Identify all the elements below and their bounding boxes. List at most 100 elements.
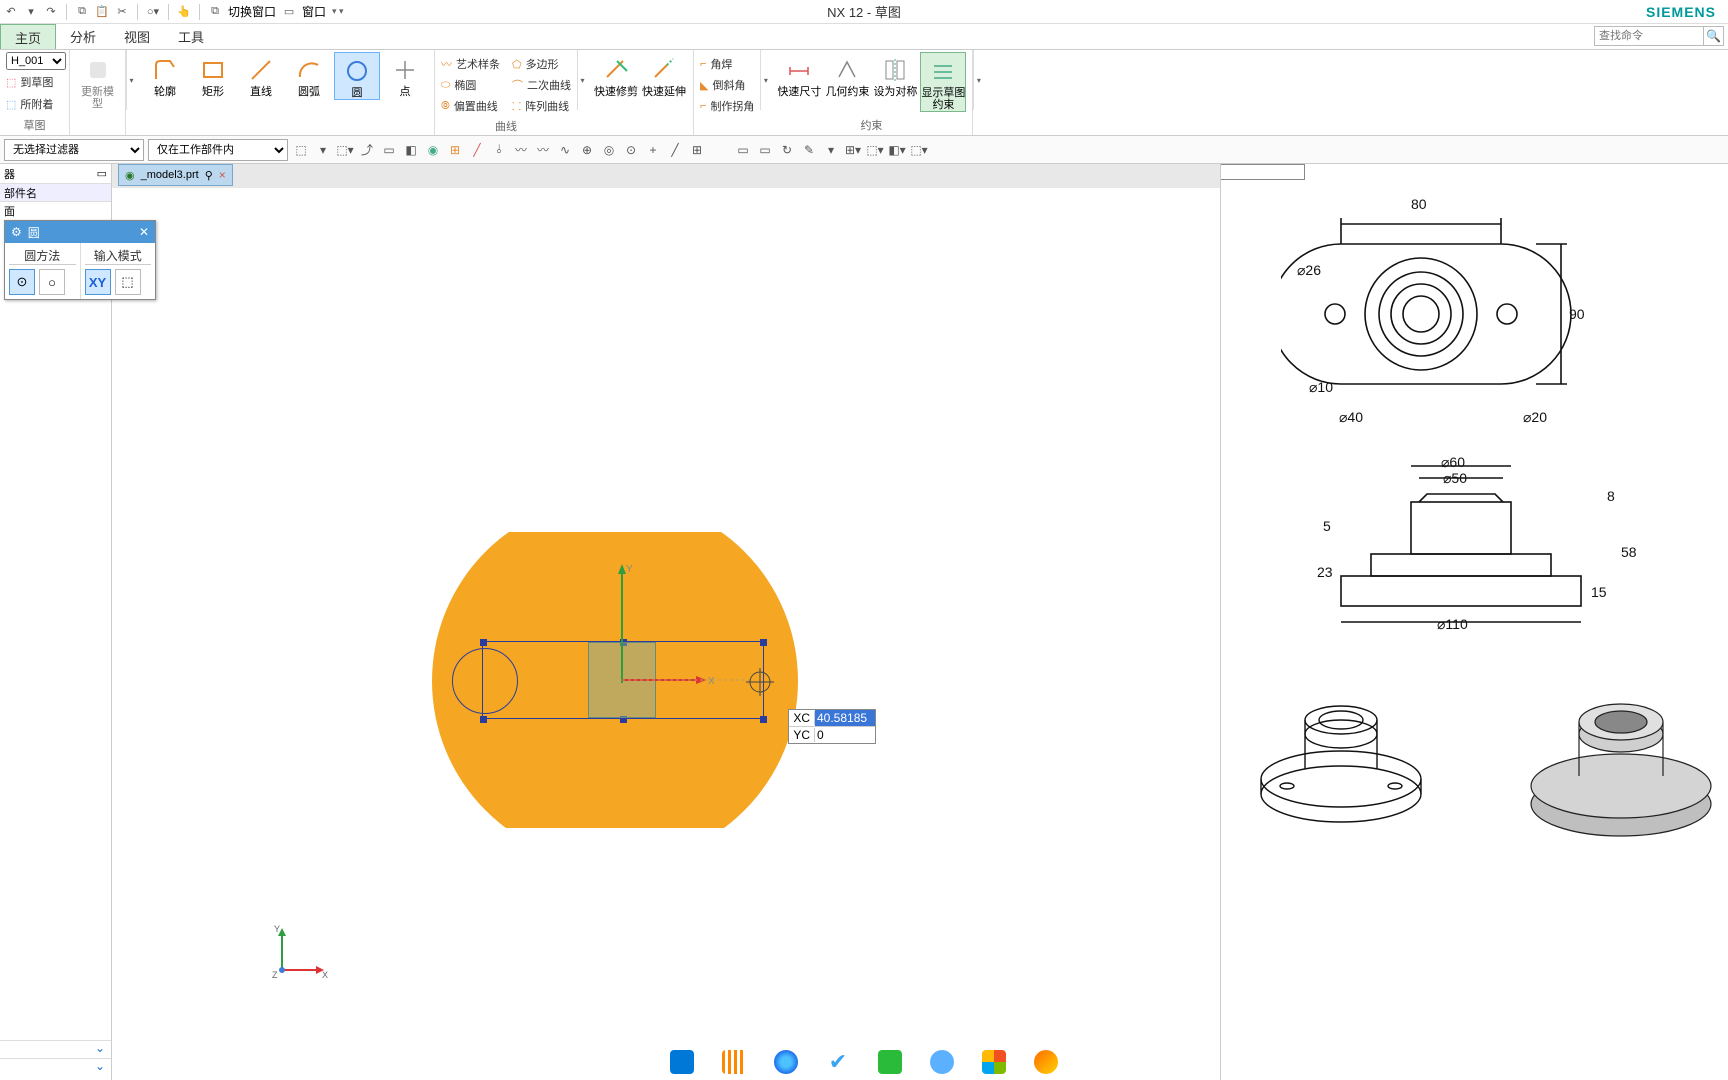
- f-icon-16[interactable]: ⊙: [622, 141, 640, 159]
- task-explorer-icon[interactable]: [722, 1050, 746, 1074]
- group-drop-1[interactable]: ▾: [126, 50, 136, 110]
- input-mode-xy[interactable]: XY: [85, 269, 111, 295]
- profile-button[interactable]: 轮廓: [142, 52, 188, 98]
- f-icon-18[interactable]: ╱: [666, 141, 684, 159]
- f-icon-24[interactable]: ▾: [822, 141, 840, 159]
- rectangle-button[interactable]: 矩形: [190, 52, 236, 98]
- touch-icon[interactable]: 👆: [177, 5, 191, 19]
- attach-sketch[interactable]: ⬚到草图: [6, 72, 53, 92]
- switch-window-icon[interactable]: ⧉: [208, 5, 222, 19]
- f-icon-14[interactable]: ⊕: [578, 141, 596, 159]
- f-icon-13[interactable]: ∿: [556, 141, 574, 159]
- doc-tab-pin-icon[interactable]: ⚲: [205, 169, 213, 182]
- paste-icon[interactable]: 📋: [95, 5, 109, 19]
- dialog-close-icon[interactable]: ✕: [139, 225, 149, 239]
- group-drop-constrain[interactable]: ▾: [973, 50, 983, 110]
- make-corner[interactable]: ⌐制作拐角: [700, 96, 754, 116]
- f-icon-4[interactable]: ⤴: [358, 141, 376, 159]
- f-icon-25[interactable]: ⊞▾: [844, 141, 862, 159]
- nav-col-name[interactable]: 部件名: [0, 184, 111, 202]
- panel-handle[interactable]: [1220, 164, 1305, 180]
- nav-row-face[interactable]: 面: [0, 202, 111, 220]
- f-icon-12[interactable]: 〰: [534, 141, 552, 159]
- chamfer[interactable]: ◣倒斜角: [700, 75, 754, 95]
- circle-method-3pt[interactable]: ○: [39, 269, 65, 295]
- polygon[interactable]: ⬠多边形: [512, 54, 571, 74]
- sketch-combo[interactable]: H_001: [6, 52, 66, 70]
- quick-dim-button[interactable]: 快速尺寸: [776, 52, 822, 98]
- quick-trim-button[interactable]: 快速修剪: [593, 52, 639, 98]
- art-spline[interactable]: 〰艺术样条: [441, 54, 500, 74]
- tab-tools[interactable]: 工具: [164, 24, 218, 49]
- undo-drop-icon[interactable]: ▾: [24, 5, 38, 19]
- circle-button[interactable]: 圆: [334, 52, 380, 100]
- point-button[interactable]: 点: [382, 52, 428, 98]
- f-icon-11[interactable]: 〰: [512, 141, 530, 159]
- line-button[interactable]: 直线: [238, 52, 284, 98]
- f-icon-8[interactable]: ⊞: [446, 141, 464, 159]
- offset-curve[interactable]: ⦾偏置曲线: [441, 96, 500, 116]
- switch-window-label[interactable]: 切换窗口: [228, 3, 276, 20]
- doc-tab-close-icon[interactable]: ×: [219, 168, 226, 182]
- f-icon-21[interactable]: ▭: [756, 141, 774, 159]
- ellipse[interactable]: ⬭椭圆: [441, 75, 500, 95]
- input-mode-param[interactable]: ⬚: [115, 269, 141, 295]
- selection-filter[interactable]: 无选择过滤器: [4, 139, 144, 161]
- xc-input[interactable]: [815, 710, 875, 726]
- dialog-gear-icon[interactable]: ⚙: [11, 225, 22, 239]
- pattern-curve[interactable]: ⸬阵列曲线: [512, 96, 571, 116]
- geo-constraint-button[interactable]: 几何约束: [824, 52, 870, 98]
- f-icon-3[interactable]: ⬚▾: [336, 141, 354, 159]
- f-icon-2[interactable]: ▾: [314, 141, 332, 159]
- fillet[interactable]: ⌐角焊: [700, 54, 754, 74]
- task-start-icon[interactable]: [670, 1050, 694, 1074]
- f-icon-27[interactable]: ◧▾: [888, 141, 906, 159]
- graphics-view[interactable]: ◉ _model3.prt ⚲ ×: [112, 164, 1220, 1080]
- group-drop-edit[interactable]: ▾: [760, 50, 770, 110]
- group-drop-curve[interactable]: ▾: [577, 50, 587, 110]
- f-icon-9[interactable]: ╱: [468, 141, 486, 159]
- tab-view[interactable]: 视图: [110, 24, 164, 49]
- cut-icon[interactable]: ✂: [115, 5, 129, 19]
- reattach[interactable]: ⬚所附着: [6, 94, 53, 114]
- circle-quick-icon[interactable]: ○▾: [146, 5, 160, 19]
- circle-method-center[interactable]: ⊙: [9, 269, 35, 295]
- canvas[interactable]: Y X XC YC: [112, 188, 1220, 1080]
- arc-button[interactable]: 圆弧: [286, 52, 332, 98]
- task-store-icon[interactable]: [982, 1050, 1006, 1074]
- f-icon-7[interactable]: ◉: [424, 141, 442, 159]
- task-wechat-icon[interactable]: [878, 1050, 902, 1074]
- update-model-button[interactable]: 更新模型: [76, 52, 119, 110]
- f-icon-20[interactable]: ▭: [734, 141, 752, 159]
- f-icon-10[interactable]: ⫰: [490, 141, 508, 159]
- window-icon[interactable]: ▭: [282, 5, 296, 19]
- f-icon-1[interactable]: ⬚: [292, 141, 310, 159]
- search-icon[interactable]: 🔍: [1704, 26, 1724, 46]
- f-icon-17[interactable]: +: [644, 141, 662, 159]
- tab-analyze[interactable]: 分析: [56, 24, 110, 49]
- symmetric-button[interactable]: 设为对称: [872, 52, 918, 98]
- show-constraints-button[interactable]: 显示草图约束: [920, 52, 966, 112]
- f-icon-15[interactable]: ◎: [600, 141, 618, 159]
- copy-icon[interactable]: ⧉: [75, 5, 89, 19]
- f-icon-6[interactable]: ◧: [402, 141, 420, 159]
- conic[interactable]: ⌒二次曲线: [512, 75, 571, 95]
- task-app-icon[interactable]: [1034, 1050, 1058, 1074]
- undo-icon[interactable]: ↶: [4, 5, 18, 19]
- f-icon-5[interactable]: ▭: [380, 141, 398, 159]
- f-icon-23[interactable]: ✎: [800, 141, 818, 159]
- window-label[interactable]: 窗口: [302, 3, 326, 20]
- sketch-circle-left[interactable]: [452, 648, 518, 714]
- f-icon-28[interactable]: ⬚▾: [910, 141, 928, 159]
- f-icon-22[interactable]: ↻: [778, 141, 796, 159]
- document-tab[interactable]: ◉ _model3.prt ⚲ ×: [118, 164, 233, 186]
- search-input[interactable]: [1594, 26, 1704, 46]
- task-check-icon[interactable]: ✔: [826, 1050, 850, 1074]
- task-edge-icon[interactable]: [774, 1050, 798, 1074]
- quick-extend-button[interactable]: 快速延伸: [641, 52, 687, 98]
- redo-icon[interactable]: ↷: [44, 5, 58, 19]
- task-cloud-icon[interactable]: [930, 1050, 954, 1074]
- yc-input[interactable]: [815, 727, 875, 743]
- f-icon-26[interactable]: ⬚▾: [866, 141, 884, 159]
- scope-filter[interactable]: 仅在工作部件内: [148, 139, 288, 161]
